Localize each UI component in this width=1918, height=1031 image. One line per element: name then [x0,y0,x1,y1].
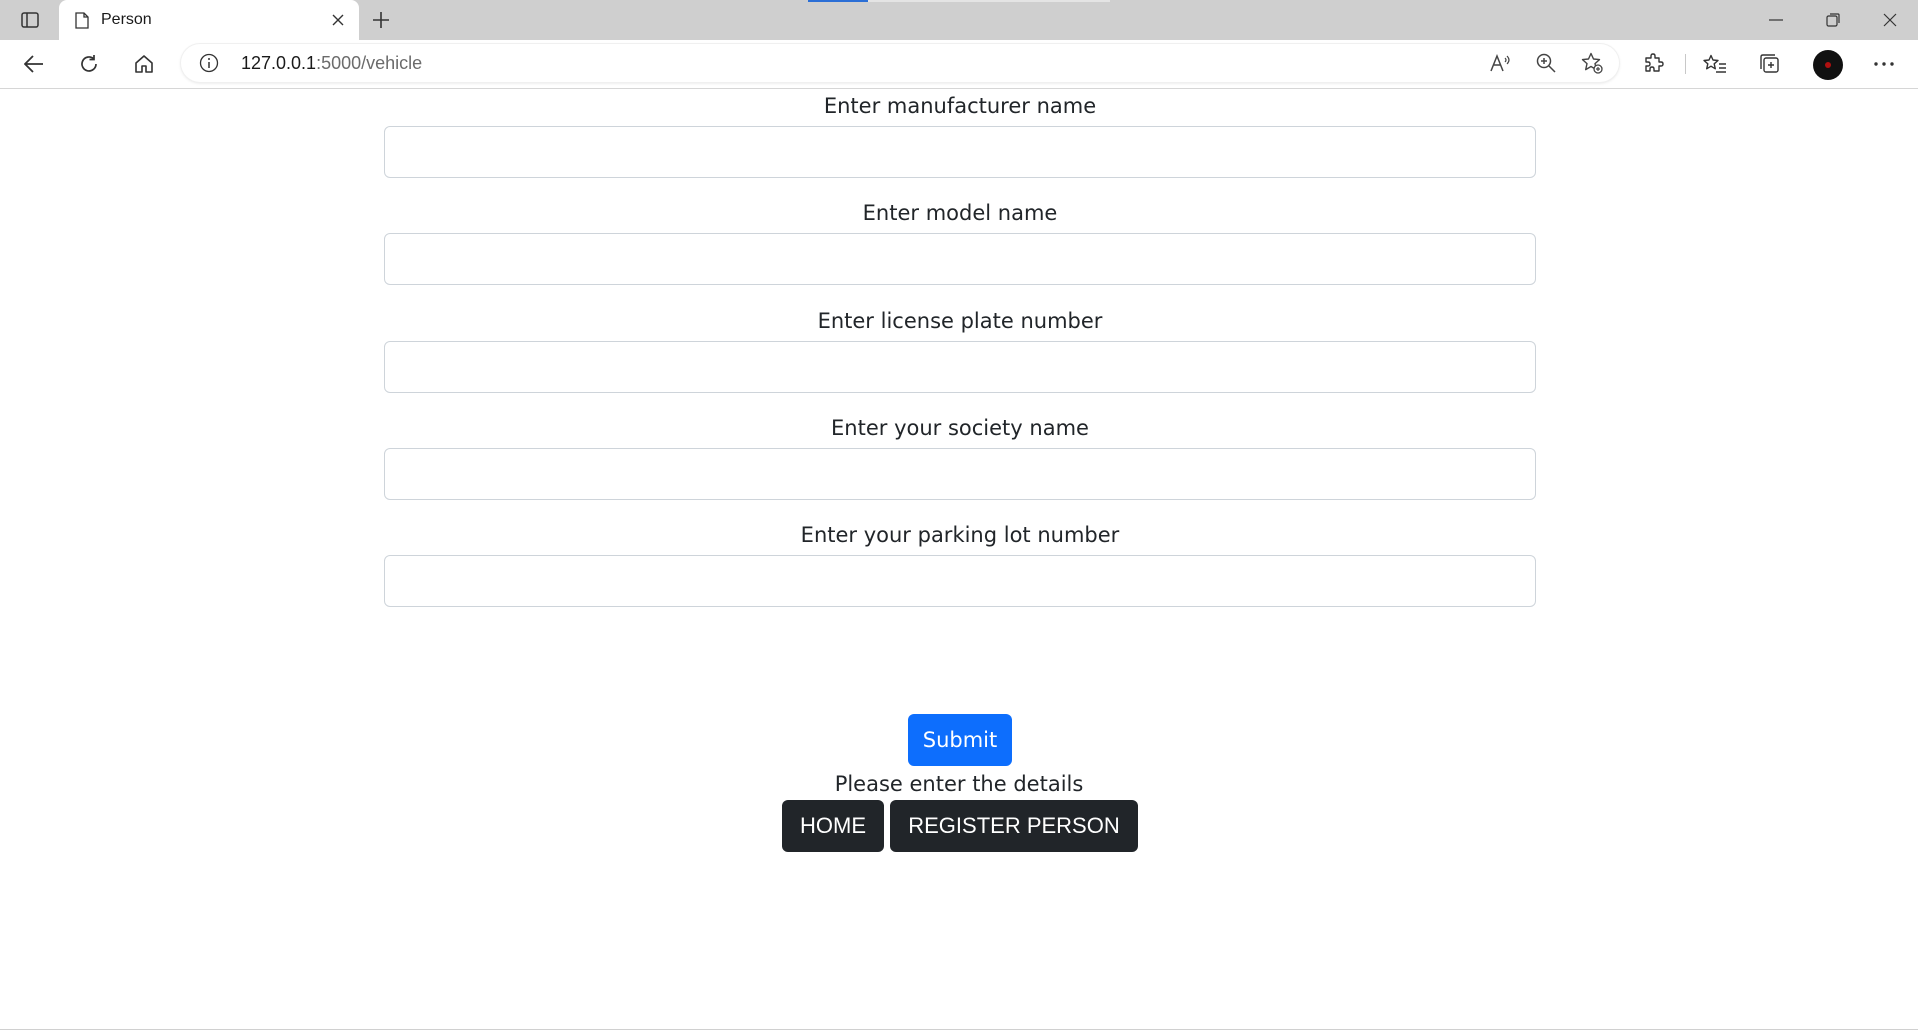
zoom-icon[interactable] [1533,51,1559,75]
tab-title: Person [101,11,152,28]
toolbar-divider [1685,54,1686,74]
add-favorite-icon[interactable] [1579,51,1605,75]
tab-strip: Person [0,0,1918,40]
profile-avatar[interactable] [1813,50,1843,80]
model-input[interactable] [384,233,1536,285]
close-tab-icon[interactable] [323,5,353,35]
page-content: Enter manufacturer name Enter model name… [0,89,1918,1031]
favorites-icon[interactable] [1697,48,1733,80]
society-field: Enter your society name [384,414,1536,500]
model-field: Enter model name [384,199,1536,285]
new-tab-icon[interactable] [366,5,396,35]
back-arrow-icon[interactable] [16,48,52,80]
parking-lot-field: Enter your parking lot number [384,521,1536,607]
tab-actions-icon[interactable] [14,8,46,32]
society-input[interactable] [384,448,1536,500]
window-bottom-border [0,1029,1918,1030]
status-message: Please enter the details [834,772,1084,796]
avatar-image [1825,62,1831,68]
home-button[interactable]: HOME [782,800,884,852]
extensions-icon[interactable] [1636,48,1672,80]
manufacturer-field: Enter manufacturer name [384,92,1536,178]
site-info-icon[interactable] [199,53,219,73]
license-plate-label: Enter license plate number [817,309,1103,333]
collections-icon[interactable] [1752,48,1788,80]
read-aloud-icon[interactable] [1488,51,1514,75]
restore-icon[interactable] [1805,0,1861,40]
society-label: Enter your society name [831,416,1089,440]
license-plate-field: Enter license plate number [384,307,1536,393]
address-bar[interactable]: 127.0.0.1:5000/vehicle [181,44,1619,82]
browser-tab[interactable]: Person [59,0,359,40]
submit-button[interactable]: Submit [908,714,1012,766]
close-window-icon[interactable] [1862,0,1918,40]
url-path: :5000/vehicle [316,53,423,73]
home-icon[interactable] [126,48,162,80]
manufacturer-label: Enter manufacturer name [823,94,1097,118]
manufacturer-input[interactable] [384,126,1536,178]
parking-lot-input[interactable] [384,555,1536,607]
loading-track [868,0,1110,2]
loading-indicator [808,0,868,2]
url-host: 127.0.0.1 [241,53,317,73]
register-person-button[interactable]: REGISTER PERSON [890,800,1138,852]
license-plate-input[interactable] [384,341,1536,393]
model-label: Enter model name [862,201,1058,225]
minimize-icon[interactable] [1748,0,1804,40]
parking-lot-label: Enter your parking lot number [800,523,1120,547]
browser-toolbar: 127.0.0.1:5000/vehicle [0,40,1918,89]
refresh-icon[interactable] [71,48,107,80]
url-text[interactable]: 127.0.0.1:5000/vehicle [241,53,422,74]
more-options-icon[interactable] [1866,48,1902,80]
page-icon [73,11,91,29]
